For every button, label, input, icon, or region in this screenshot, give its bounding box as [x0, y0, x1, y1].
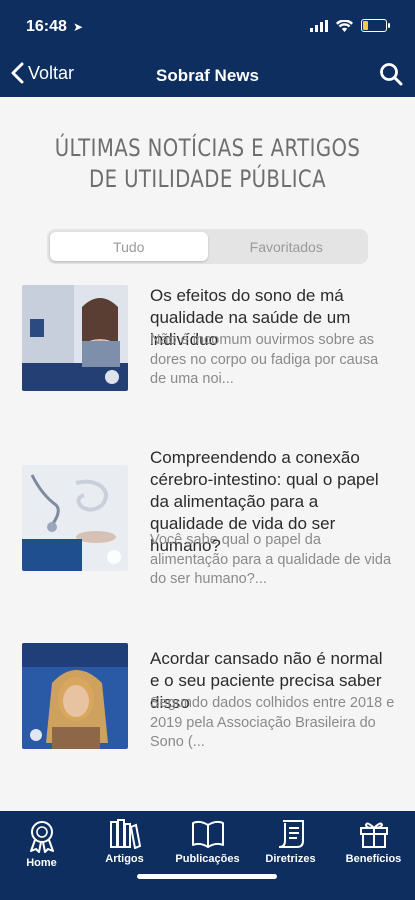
search-button[interactable]	[379, 62, 403, 91]
screen-title: Sobraf News	[156, 66, 259, 85]
tab-diretrizes[interactable]: Diretrizes	[249, 819, 332, 865]
article-item[interactable]: Compreendendo a conexão cérebro-intestin…	[22, 447, 392, 587]
article-description: Você sabe qual o papel da alimentação pa…	[150, 532, 392, 587]
tab-label: Publicações	[175, 853, 240, 865]
tab-publicacoes[interactable]: Publicações	[166, 819, 249, 865]
segment-favoritados[interactable]: Favoritados	[208, 232, 366, 261]
books-icon	[109, 819, 141, 849]
article-description: Segundo dados colhidos entre 2018 e 2019…	[150, 695, 395, 750]
bottom-tab-bar: Home Artigos Publicações Diretrizes Bene…	[0, 811, 415, 900]
tab-label: Diretrizes	[265, 853, 316, 865]
cellular-signal-icon	[310, 19, 328, 32]
search-icon	[380, 63, 403, 86]
location-arrow-icon: ➤	[73, 20, 84, 34]
status-bar: 16:48 ➤	[0, 16, 415, 38]
page-title: ÚLTIMAS NOTÍCIAS E ARTIGOS DE UTILIDADE …	[54, 134, 361, 193]
tab-beneficios[interactable]: Benefícios	[332, 819, 415, 865]
battery-icon	[361, 19, 390, 32]
filter-segmented-control: Tudo Favoritados	[47, 229, 368, 264]
scroll-document-icon	[278, 820, 304, 848]
article-thumbnail	[22, 285, 128, 391]
tab-home[interactable]: Home	[0, 819, 83, 869]
article-thumbnail	[22, 643, 128, 749]
article-description: Não é incomum ouvirmos sobre as dores no…	[150, 332, 379, 387]
app-header: 16:48 ➤ Voltar Sobraf News	[0, 0, 415, 97]
article-item[interactable]: Os efeitos do sono de má qualidade na sa…	[22, 285, 392, 395]
home-indicator[interactable]	[137, 874, 277, 879]
tab-label: Artigos	[105, 853, 144, 865]
article-thumbnail	[22, 465, 128, 571]
open-book-icon	[191, 820, 224, 848]
award-ribbon-icon	[29, 821, 54, 853]
wifi-icon	[336, 19, 353, 32]
tab-label: Benefícios	[345, 853, 402, 865]
article-item[interactable]: Acordar cansado não é normal e o seu pac…	[22, 643, 395, 758]
tab-label: Home	[26, 857, 57, 869]
tab-artigos[interactable]: Artigos	[83, 819, 166, 865]
gift-icon	[359, 822, 388, 848]
navigation-bar: Voltar Sobraf News	[0, 60, 415, 90]
status-time: 16:48	[26, 18, 67, 35]
segment-tudo[interactable]: Tudo	[50, 232, 208, 261]
